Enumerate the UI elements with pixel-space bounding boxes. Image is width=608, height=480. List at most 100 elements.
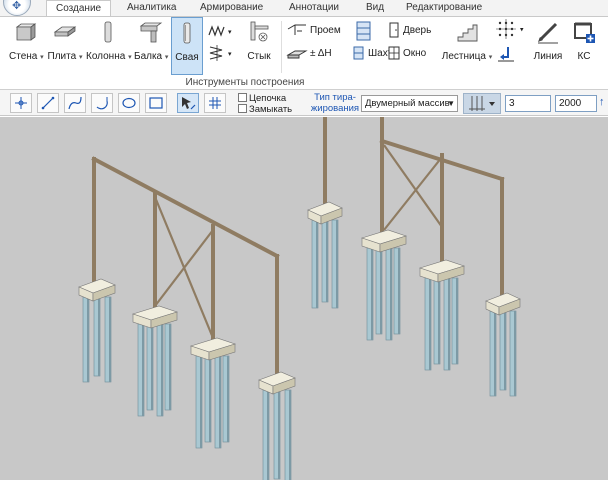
joint-button[interactable]: Стык: [243, 17, 275, 75]
pile-shade: [142, 324, 144, 416]
pile-shade: [151, 324, 153, 410]
replication-type-label: Тип тира- жирования: [310, 92, 360, 114]
segment-icon: [41, 96, 55, 110]
pile-shade: [448, 278, 450, 370]
ellipse-icon: [122, 97, 136, 109]
column-button[interactable]: Колонна ▾: [86, 17, 132, 75]
place-point-icon: [498, 47, 514, 62]
coordinate-system-button[interactable]: КС: [568, 17, 600, 75]
shaft-top-icon: [356, 21, 371, 41]
array-mode-dropdown[interactable]: [463, 93, 501, 114]
pile-shade: [514, 311, 516, 396]
pile-shade: [109, 297, 111, 382]
coordinate-system-label: КС: [577, 51, 591, 62]
tab-editing[interactable]: Редактирование: [406, 0, 482, 16]
app-logo-icon: ✥: [12, 0, 22, 12]
level-offset-button[interactable]: ± ΔН: [286, 45, 332, 63]
wall-button[interactable]: Стена ▾: [9, 17, 44, 75]
spring-tool-button[interactable]: ▾: [208, 45, 240, 63]
grid-axes-button[interactable]: ▾: [496, 19, 524, 41]
wave-tool-button[interactable]: ▾: [208, 23, 240, 41]
pile-shade: [429, 278, 431, 370]
application-window: ✥ Создание Аналитика Армирование Аннотац…: [0, 0, 608, 480]
select-object-tool-button[interactable]: [177, 93, 199, 113]
pile-shade: [289, 390, 291, 480]
chain-checkbox-box: [238, 93, 247, 102]
door-button[interactable]: Дверь: [387, 22, 431, 40]
door-label: Дверь: [403, 25, 432, 36]
ribbon-group-caption: Инструменты построения: [185, 77, 305, 88]
line-label: Линия: [533, 51, 563, 62]
spring-icon: [209, 45, 223, 62]
ribbon-separator: [281, 21, 282, 73]
rectangle-icon: [149, 97, 163, 109]
arc-tool-button[interactable]: [91, 93, 113, 113]
joint-label: Стык: [247, 51, 271, 62]
tab-creation[interactable]: Создание: [46, 0, 112, 16]
pile-shade: [169, 324, 171, 410]
foundation-7: [419, 259, 465, 371]
array-tool-button[interactable]: [204, 93, 226, 113]
pile-shade: [267, 390, 269, 480]
tab-annotations[interactable]: Аннотации: [289, 0, 339, 16]
tab-reinforcement[interactable]: Армирование: [200, 0, 263, 16]
chain-checkbox-label: Цепочка: [249, 93, 287, 104]
place-point-button[interactable]: [496, 45, 518, 65]
close-checkbox-box: [238, 104, 247, 113]
direction-arrow-icon[interactable]: ↑: [599, 95, 608, 112]
joint-icon: [250, 21, 269, 42]
window-button[interactable]: Окно: [387, 45, 426, 63]
foundation-8: [485, 292, 521, 397]
pile-shade: [371, 248, 373, 340]
cursor-object-icon: [182, 97, 196, 110]
foundation-3: [190, 337, 236, 449]
arc-icon: [96, 97, 108, 110]
point-tool-button[interactable]: [10, 93, 32, 113]
opening-label: Проем: [310, 25, 341, 36]
close-checkbox[interactable]: Замыкать: [238, 104, 308, 115]
ribbon-tab-bar: ✥ Создание Аналитика Армирование Аннотац…: [0, 0, 608, 16]
pile-shade: [98, 297, 100, 376]
opening-button[interactable]: Проем: [286, 22, 341, 40]
tab-view[interactable]: Вид: [366, 0, 384, 16]
pile-shade: [278, 390, 280, 479]
pencil-line-icon: [538, 22, 558, 44]
construction-toolbar: Цепочка Замыкать Тип тира- жирования Дву…: [0, 90, 608, 116]
replication-type-label-line1: Тип тира-: [314, 92, 356, 103]
pile-button[interactable]: Свая: [171, 17, 203, 75]
chevron-down-icon: ▼: [447, 99, 455, 108]
pile-shade: [336, 220, 338, 308]
pile-shade: [316, 220, 318, 308]
close-checkbox-label: Замыкать: [249, 104, 293, 115]
application-menu-button[interactable]: ✥: [3, 0, 31, 16]
grid-axes-icon: [496, 19, 516, 39]
model-viewport[interactable]: [0, 117, 608, 480]
right-brace-2: [383, 156, 443, 231]
tab-analytics[interactable]: Аналитика: [127, 0, 177, 16]
pile-shade: [390, 248, 392, 340]
spacing-input[interactable]: 2000: [555, 95, 597, 112]
structure-3d-scene: [78, 117, 521, 480]
ellipse-tool-button[interactable]: [118, 93, 140, 113]
slab-icon: [53, 26, 77, 37]
line-button[interactable]: Линия: [531, 17, 565, 75]
left-brace-2: [154, 229, 214, 307]
left-frame-beam: [91, 156, 280, 259]
polyline-tool-button[interactable]: [64, 93, 86, 113]
rectangle-tool-button[interactable]: [145, 93, 167, 113]
shaft-button-top[interactable]: [352, 20, 378, 44]
stair-button[interactable]: Лестница ▾: [441, 17, 493, 75]
pile-shade: [438, 278, 440, 364]
wave-icon: [208, 25, 225, 38]
pile-shade: [504, 311, 506, 390]
slab-button[interactable]: Плита ▾: [47, 17, 83, 75]
opening-icon: [287, 24, 306, 36]
beam-button[interactable]: Балка ▾: [134, 17, 168, 75]
replication-type-select[interactable]: Двумерный массив ▼: [361, 95, 458, 112]
chain-checkbox[interactable]: Цепочка: [238, 93, 308, 104]
stair-icon: [457, 24, 478, 42]
segment-tool-button[interactable]: [37, 93, 59, 113]
pile-shade: [494, 311, 496, 396]
count-input[interactable]: 3: [505, 95, 551, 112]
wall-label: Стена: [9, 51, 38, 62]
